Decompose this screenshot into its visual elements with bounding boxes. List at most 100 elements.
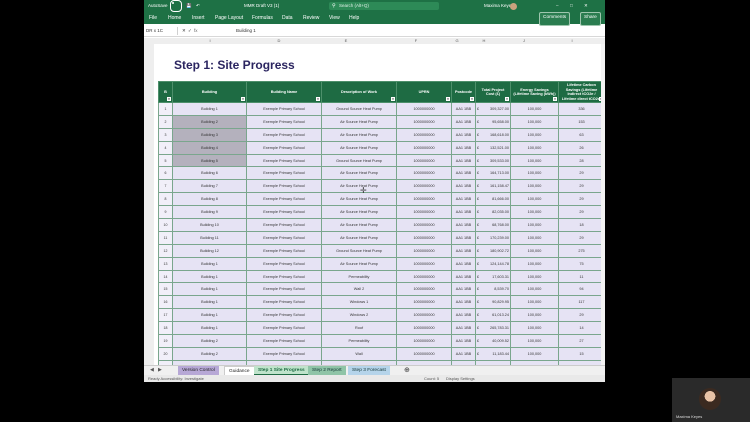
filter-icon[interactable]: ▾ — [446, 97, 450, 101]
uprn-cell[interactable]: 1000000000 — [396, 321, 452, 336]
postcode-cell[interactable]: AA1 1BB — [451, 153, 476, 168]
description-cell[interactable]: Air Source Heat Pump — [321, 192, 397, 207]
building-name-cell[interactable]: Exemple Primary School — [246, 295, 322, 310]
row-number-cell[interactable]: 6 — [158, 166, 173, 181]
postcode-cell[interactable]: AA1 1BB — [451, 114, 476, 129]
building-name-cell[interactable]: Exemple Primary School — [246, 218, 322, 232]
filter-icon[interactable]: ▾ — [553, 97, 557, 101]
row-number-cell[interactable]: 12 — [158, 243, 173, 258]
uprn-cell[interactable]: 1000000000 — [396, 140, 452, 155]
description-cell[interactable]: Air Source Heat Pump — [321, 179, 397, 194]
building-cell[interactable]: Building 1 — [172, 282, 247, 297]
description-cell[interactable]: Permeability — [321, 269, 397, 284]
total-cost-cell[interactable]: £11,183.44 — [475, 346, 511, 361]
filter-icon[interactable]: ▾ — [167, 97, 171, 101]
autosave-toggle[interactable] — [170, 0, 182, 12]
uprn-cell[interactable]: 1000000000 — [396, 205, 452, 220]
total-cost-cell[interactable]: £124,144.78 — [475, 256, 511, 271]
building-name-cell[interactable]: Exemple Primary School — [246, 282, 322, 297]
carbon-savings-cell[interactable]: 14 — [558, 321, 605, 336]
building-cell[interactable]: Building 2 — [172, 114, 247, 129]
building-cell[interactable]: Building 1 — [172, 295, 247, 310]
tab-home[interactable]: Home — [168, 12, 181, 24]
header-carbon-savings[interactable]: Lifetime Carbon Savings (Lifetime Indire… — [558, 81, 605, 103]
energy-savings-cell[interactable]: 100,000 — [510, 179, 559, 194]
tab-view[interactable]: View — [329, 12, 340, 24]
row-number-cell[interactable]: 16 — [158, 295, 173, 310]
postcode-cell[interactable]: AA1 1BB — [451, 166, 476, 181]
undo-icon[interactable]: ↶ — [196, 0, 200, 12]
avatar[interactable] — [510, 2, 517, 10]
total-cost-cell[interactable]: £81,666.00 — [475, 192, 511, 207]
energy-savings-cell[interactable]: 100,000 — [510, 192, 559, 207]
energy-savings-cell[interactable]: 100,000 — [510, 282, 559, 297]
building-cell[interactable]: Building 1 — [172, 102, 247, 116]
building-cell[interactable]: Building 1 — [172, 308, 247, 323]
uprn-cell[interactable]: 1000000000 — [396, 192, 452, 207]
total-cost-cell[interactable]: £164,713.00 — [475, 166, 511, 181]
header-energy-savings[interactable]: Energy Savings (Lifetime Saving (kWh)) ▾ — [510, 81, 559, 103]
energy-savings-cell[interactable]: 100,000 — [510, 269, 559, 284]
minimize-icon[interactable]: – — [556, 0, 559, 12]
row-number-cell[interactable]: 15 — [158, 282, 173, 297]
building-cell[interactable]: Building 9 — [172, 205, 247, 220]
tab-help[interactable]: Help — [349, 12, 359, 24]
building-cell[interactable]: Building 1 — [172, 269, 247, 284]
carbon-savings-cell[interactable]: 29 — [558, 179, 605, 194]
description-cell[interactable]: Air Source Heat Pump — [321, 218, 397, 232]
description-cell[interactable]: Air Source Heat Pump — [321, 127, 397, 142]
building-name-cell[interactable]: Exemple Primary School — [246, 140, 322, 155]
building-cell[interactable]: Building 8 — [172, 192, 247, 207]
total-cost-cell[interactable]: £40,009.52 — [475, 334, 511, 348]
description-cell[interactable]: Air Source Heat Pump — [321, 205, 397, 220]
postcode-cell[interactable]: AA1 1BB — [451, 102, 476, 116]
description-cell[interactable]: Ground Source Heat Pump — [321, 243, 397, 258]
uprn-cell[interactable]: 1000000000 — [396, 346, 452, 361]
tab-page-layout[interactable]: Page Layout — [215, 12, 243, 24]
row-number-cell[interactable]: 14 — [158, 269, 173, 284]
filter-icon[interactable]: ▾ — [470, 97, 474, 101]
total-cost-cell[interactable]: £170,239.00 — [475, 230, 511, 245]
carbon-savings-cell[interactable]: 27 — [558, 334, 605, 348]
maximize-icon[interactable]: □ — [570, 0, 573, 12]
display-settings[interactable]: Display Settings — [446, 375, 475, 382]
building-cell[interactable]: Building 12 — [172, 243, 247, 258]
carbon-savings-cell[interactable]: 29 — [558, 205, 605, 220]
uprn-cell[interactable]: 1000000000 — [396, 114, 452, 129]
building-cell[interactable]: Building 1 — [172, 256, 247, 271]
building-name-cell[interactable]: Exemple Primary School — [246, 269, 322, 284]
save-icon[interactable]: 💾 — [186, 0, 192, 12]
row-number-cell[interactable]: 17 — [158, 308, 173, 323]
building-name-cell[interactable]: Exemple Primary School — [246, 153, 322, 168]
energy-savings-cell[interactable]: 100,000 — [510, 334, 559, 348]
row-number-cell[interactable]: 5 — [158, 153, 173, 168]
building-cell[interactable]: Building 6 — [172, 166, 247, 181]
description-cell[interactable]: Air Source Heat Pump — [321, 256, 397, 271]
description-cell[interactable]: Air Source Heat Pump — [321, 230, 397, 245]
close-icon[interactable]: ✕ — [584, 0, 588, 12]
energy-savings-cell[interactable]: 100,000 — [510, 230, 559, 245]
building-cell[interactable]: Building 10 — [172, 218, 247, 232]
carbon-savings-cell[interactable]: 29 — [558, 230, 605, 245]
energy-savings-cell[interactable]: 100,000 — [510, 243, 559, 258]
description-cell[interactable]: Permeability — [321, 334, 397, 348]
energy-savings-cell[interactable]: 100,000 — [510, 256, 559, 271]
energy-savings-cell[interactable]: 100,000 — [510, 166, 559, 181]
formula-input[interactable]: Building 1 — [236, 26, 256, 36]
postcode-cell[interactable]: AA1 1BB — [451, 127, 476, 142]
row-number-cell[interactable]: 11 — [158, 230, 173, 245]
energy-savings-cell[interactable]: 100,000 — [510, 205, 559, 220]
building-name-cell[interactable]: Exemple Primary School — [246, 166, 322, 181]
carbon-savings-cell[interactable]: 11 — [558, 269, 605, 284]
building-name-cell[interactable]: Exemple Primary School — [246, 192, 322, 207]
uprn-cell[interactable]: 1000000000 — [396, 230, 452, 245]
carbon-savings-cell[interactable]: 29 — [558, 308, 605, 323]
building-name-cell[interactable]: Exemple Primary School — [246, 334, 322, 348]
row-number-cell[interactable]: 3 — [158, 127, 173, 142]
header-building-name[interactable]: Building Name ▾ — [246, 81, 322, 103]
uprn-cell[interactable]: 1000000000 — [396, 295, 452, 310]
tab-insert[interactable]: Insert — [192, 12, 205, 24]
row-number-cell[interactable]: 13 — [158, 256, 173, 271]
tab-file[interactable]: File — [149, 12, 157, 24]
energy-savings-cell[interactable]: 100,000 — [510, 127, 559, 142]
